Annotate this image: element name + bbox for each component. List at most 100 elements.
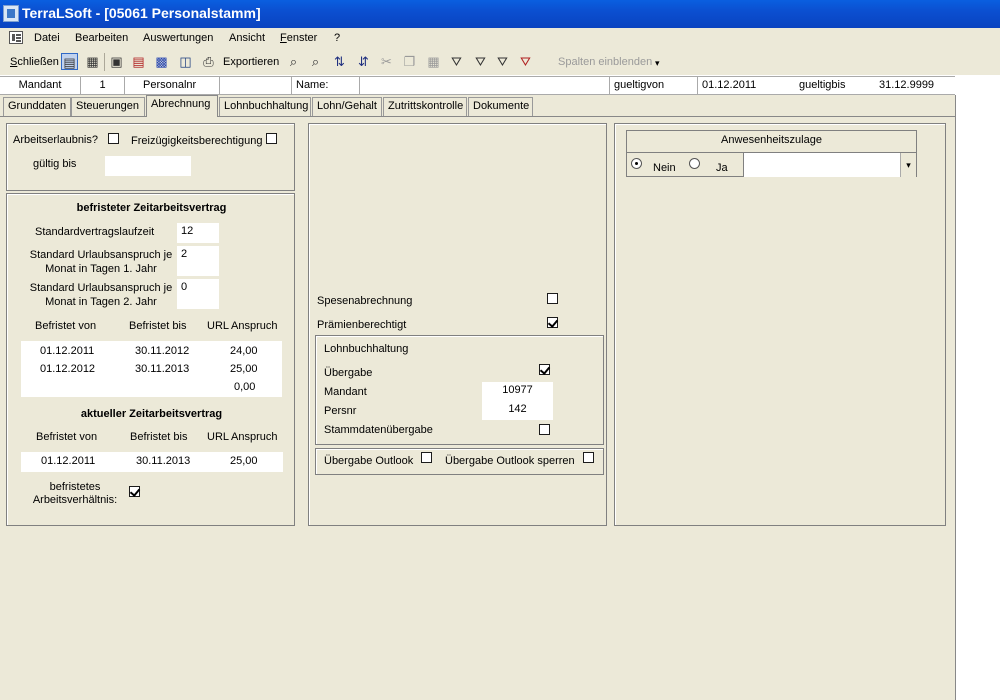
tab-bar: Grunddaten Steuerungen Abrechnung Lohnbu… <box>0 95 955 117</box>
toolbar: Schließen ▤ ▦ ▣ ▤ ▩ ◫ ⎙ Exportieren ⌕ ⌕ … <box>0 49 1000 75</box>
work-permit-panel: Arbeitserlaubnis? Freizügigkeitsberechti… <box>6 123 295 191</box>
close-button[interactable]: Schließen <box>10 56 59 68</box>
window-title: TerraLSoft - [05061 Personalstamm] <box>22 5 261 21</box>
chevron-down-icon[interactable]: ▾ <box>900 153 916 177</box>
gueltigbis-value[interactable]: 31.12.9999 <box>875 77 955 95</box>
tab-lohn-gehalt[interactable]: Lohn/Gehalt <box>312 97 382 116</box>
book-icon[interactable]: ◫ <box>177 53 194 70</box>
tab-lohnbuchhaltung[interactable]: Lohnbuchhaltung <box>219 97 311 116</box>
table-cell[interactable]: 01.12.2011 <box>41 455 95 467</box>
outlook-groupbox: Übergabe Outlook Übergabe Outlook sperre… <box>315 448 604 475</box>
arbeitserlaubnis-checkbox[interactable] <box>108 133 119 144</box>
column-header: Befristet von <box>35 320 97 332</box>
gueltigbis-label: gueltigbis <box>799 79 846 91</box>
menu-bar: Datei Bearbeiten Auswertungen Ansicht Fe… <box>0 28 1000 49</box>
outlook-checkbox[interactable] <box>421 452 432 463</box>
menu-auswertungen[interactable]: Auswertungen <box>143 32 213 44</box>
table-cell[interactable]: 01.12.2011 <box>40 345 94 357</box>
table-cell[interactable]: 0,00 <box>234 381 255 393</box>
filter-list-icon[interactable]: ⛛ <box>494 53 511 70</box>
ja-radio[interactable] <box>689 158 700 169</box>
lohn-mandant-field[interactable]: 10977 <box>482 382 553 401</box>
lohn-mandant-label: Mandant <box>324 386 367 398</box>
persnr-field[interactable]: 142 <box>482 401 553 420</box>
payroll-groupbox: Lohnbuchhaltung Übergabe Mandant 10977 P… <box>315 335 604 445</box>
menu-fenster[interactable]: Fenster <box>280 32 317 44</box>
print-icon[interactable]: ▤ <box>130 53 147 70</box>
table-cell[interactable]: 25,00 <box>230 455 258 467</box>
outlook-label: Übergabe Outlook <box>324 455 414 467</box>
fixed-term-contract-panel: befristeter Zeitarbeitsvertrag Standardv… <box>6 193 295 526</box>
stamm-label: Stammdatenübergabe <box>324 424 433 436</box>
menu-ansicht[interactable]: Ansicht <box>229 32 265 44</box>
gueltigvon-value[interactable]: 01.12.2011 <box>698 77 790 95</box>
filter-form-icon[interactable]: ⛛ <box>472 53 489 70</box>
name-value[interactable] <box>360 77 610 95</box>
show-columns-button[interactable]: Spalten einblenden <box>558 56 652 68</box>
menu-datei[interactable]: Datei <box>34 32 60 44</box>
praemien-checkbox[interactable] <box>547 317 558 328</box>
column-header: URL Anspruch <box>207 431 278 443</box>
befristet-title: befristeter Zeitarbeitsvertrag <box>76 202 227 214</box>
sort-descending-icon[interactable]: ⇵ <box>355 53 372 70</box>
table-cell[interactable]: 24,00 <box>230 345 258 357</box>
grid-view-icon[interactable]: ▦ <box>84 53 101 70</box>
gueltig-bis-field[interactable] <box>105 156 191 176</box>
export-button[interactable]: Exportieren <box>223 56 279 68</box>
form-view-icon[interactable]: ▤ <box>61 53 78 70</box>
menu-bearbeiten[interactable]: Bearbeiten <box>75 32 128 44</box>
mandant-label: Mandant <box>0 77 81 95</box>
laufzeit-field[interactable]: 12 <box>177 223 219 243</box>
menu-help[interactable]: ? <box>334 32 340 44</box>
table-cell[interactable]: 30.11.2013 <box>135 363 189 375</box>
stamm-checkbox[interactable] <box>539 424 550 435</box>
settlement-panel: Spesenabrechnung Prämienberechtigt Lohnb… <box>308 123 607 526</box>
outlook-sperren-checkbox[interactable] <box>583 452 594 463</box>
table-cell[interactable]: 30.11.2012 <box>135 345 189 357</box>
gueltig-bis-label: gültig bis <box>33 158 77 170</box>
tab-abrechnung[interactable]: Abrechnung <box>146 95 218 117</box>
freizuegigkeit-checkbox[interactable] <box>266 133 277 144</box>
save-icon[interactable]: ▣ <box>108 53 125 70</box>
cut-icon[interactable]: ✂ <box>378 53 395 70</box>
befristetes-checkbox[interactable] <box>129 486 140 497</box>
chevron-down-icon[interactable]: ▾ <box>655 58 660 69</box>
tab-grunddaten[interactable]: Grunddaten <box>3 97 71 116</box>
tab-dokumente[interactable]: Dokumente <box>468 97 533 116</box>
spesen-checkbox[interactable] <box>547 293 558 304</box>
mdi-window-icon[interactable] <box>9 31 23 44</box>
uebergabe-checkbox[interactable] <box>539 364 550 375</box>
find-next-icon[interactable]: ⌕ <box>307 53 324 70</box>
tab-zutrittskontrolle[interactable]: Zutrittskontrolle <box>383 97 467 116</box>
copy-icon[interactable]: ❐ <box>401 53 418 70</box>
record-header: Mandant 1 Personalnr Name: gueltigvon 01… <box>0 76 955 95</box>
gueltigvon-label: gueltigvon <box>610 77 698 95</box>
spesen-label: Spesenabrechnung <box>317 295 413 307</box>
zulage-select[interactable]: ▾ <box>743 153 916 177</box>
sort-ascending-icon[interactable]: ⇅ <box>331 53 348 70</box>
table-cell[interactable]: 01.12.2012 <box>40 363 95 375</box>
filter-icon[interactable]: ⛛ <box>448 53 465 70</box>
remove-filter-icon[interactable]: ⛛ <box>517 53 534 70</box>
app-icon[interactable] <box>3 5 19 22</box>
printer-icon[interactable]: ⎙ <box>200 53 217 70</box>
current-contract-grid: 01.12.2011 30.11.2013 25,00 <box>21 452 283 472</box>
nein-label: Nein <box>653 162 676 174</box>
search-icon[interactable]: ⌕ <box>285 53 302 70</box>
name-label: Name: <box>292 77 360 95</box>
title-bar: TerraLSoft - [05061 Personalstamm] <box>0 0 1000 28</box>
preview-icon[interactable]: ▩ <box>153 53 170 70</box>
table-cell[interactable]: 30.11.2013 <box>136 455 190 467</box>
befristetes-label-line2: Arbeitsverhältnis: <box>32 494 118 506</box>
nein-radio[interactable] <box>631 158 642 169</box>
urlaub2-field[interactable]: 0 <box>177 279 219 309</box>
praemien-label: Prämienberechtigt <box>317 319 407 331</box>
personalnr-value[interactable] <box>220 77 292 95</box>
befristetes-label-line1: befristetes <box>49 481 101 493</box>
paste-icon[interactable]: ▦ <box>425 53 442 70</box>
tab-steuerungen[interactable]: Steuerungen <box>71 97 145 116</box>
table-cell[interactable]: 25,00 <box>230 363 258 375</box>
laufzeit-label: Standardvertragslaufzeit <box>35 226 155 238</box>
urlaub1-field[interactable]: 2 <box>177 246 219 276</box>
mandant-value[interactable]: 1 <box>81 77 125 95</box>
